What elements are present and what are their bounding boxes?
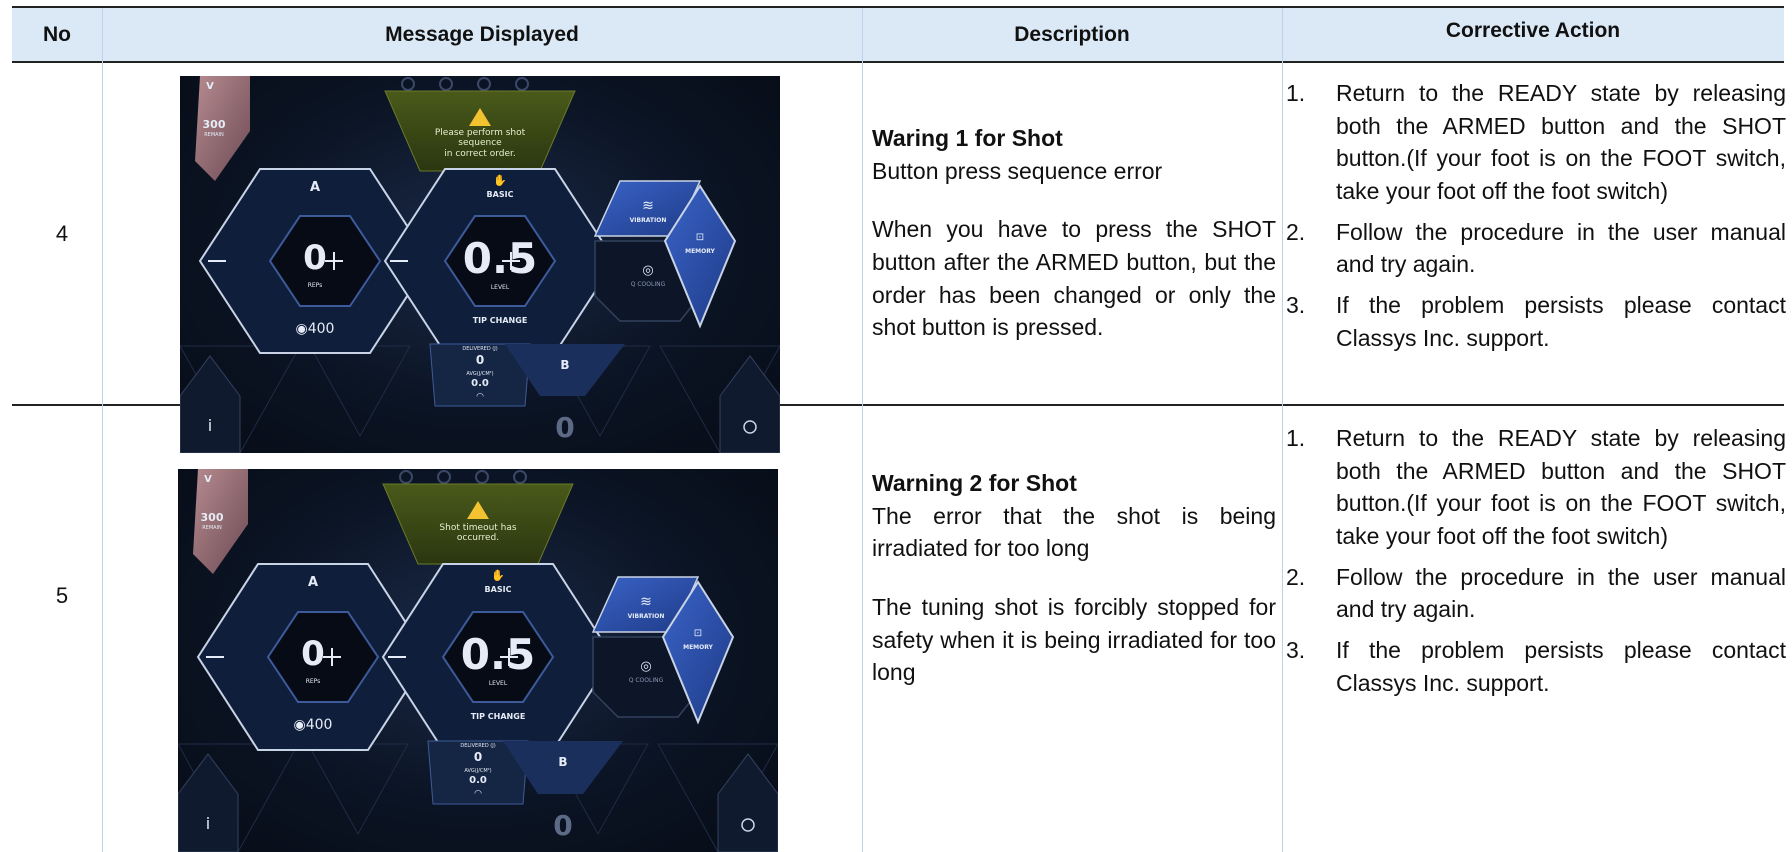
header-action: Corrective Action (1445, 19, 1621, 42)
memory-label: MEMORY (683, 644, 713, 651)
settings-button (719, 355, 780, 453)
info-button (180, 355, 241, 453)
remain-label: V (206, 81, 214, 92)
avg-caption: AVG(J/CM²) (464, 768, 492, 774)
info-button (178, 753, 239, 852)
avg-caption: AVG(J/CM²) (466, 371, 494, 377)
row-number: 5 (55, 583, 69, 608)
memory-label: MEMORY (685, 248, 715, 255)
description-title: Warning 2 for Shot (872, 470, 1077, 496)
delivered-value: 0 (473, 750, 483, 764)
description-body: When you have to press the SHOT button a… (872, 216, 1276, 341)
description-subtitle: The error that the shot is being irradia… (872, 502, 1276, 562)
reps-value: 0 (303, 238, 327, 278)
list-item: 3. If the problem persists please contact… (1286, 636, 1786, 696)
info-label: i (205, 814, 211, 833)
memory-icon: ⊡ (693, 628, 703, 639)
corrective-action-list: 1. Return to the READY state by releasing… (1286, 77, 1786, 362)
remain-label: V (204, 474, 212, 485)
device-screen: V 300 REMAIN Shot timeout has occurred. A… (178, 469, 778, 852)
b-reps-value: 0 (555, 411, 575, 444)
level-value: 0.5 (462, 234, 538, 283)
count-icon: ◉ (293, 717, 306, 733)
list-item: 1. Return to the READY state by releasing… (1286, 80, 1786, 204)
delivered-value: 0 (475, 353, 485, 367)
vibration-label: VIBRATION (627, 613, 665, 620)
list-item: 1. Return to the READY state by releasing… (1286, 425, 1786, 549)
delivered-caption: DELIVERED (J) (460, 743, 496, 749)
device-screen: V 300 REMAIN Please perform shot sequence… (180, 76, 780, 453)
b-reps-value: 0 (553, 809, 573, 842)
hand-icon: ✋ (491, 569, 505, 582)
header-description: Description (1014, 22, 1130, 46)
cooling-label: Q COOLING (630, 281, 666, 288)
warning-message: Please perform shot sequence in correct or… (434, 128, 526, 159)
description-body: The tuning shot is forcibly stopped for … (872, 593, 1276, 686)
reps-caption: REPs (307, 282, 323, 289)
avg-value: 0.0 (469, 775, 487, 786)
remain-value: 300 (200, 511, 224, 524)
handpiece-a-label: A (309, 180, 321, 195)
status-icons (401, 77, 529, 91)
cooling-icon: ◎ (642, 263, 654, 278)
header-message: Message Displayed (385, 22, 579, 46)
status-icons (399, 470, 527, 484)
level-caption: LEVEL (488, 680, 508, 687)
settings-button (717, 753, 778, 852)
description-title: Waring 1 for Shot (872, 125, 1063, 151)
cooling-icon: ◎ (640, 659, 652, 674)
level-caption: LEVEL (490, 284, 510, 291)
reps-value: 0 (301, 634, 325, 674)
vibration-icon: ≋ (640, 594, 652, 610)
column-divider (1282, 8, 1283, 852)
row-description: Waring 1 for Shot Button press sequence … (872, 122, 1276, 344)
list-item: 2. Follow the procedure in the user manua… (1286, 218, 1786, 278)
mode-label: BASIC (484, 585, 512, 594)
hand-icon: ✋ (493, 174, 507, 187)
memory-icon: ⊡ (695, 232, 705, 243)
mode-label: BASIC (486, 190, 514, 199)
reps-caption: REPs (305, 678, 321, 685)
cooling-label: Q COOLING (628, 677, 664, 684)
level-value: 0.5 (460, 630, 536, 679)
delivered-caption: DELIVERED (J) (462, 346, 498, 352)
count-value: ◉400 (293, 717, 333, 733)
list-item: 2. Follow the procedure in the user manua… (1286, 563, 1786, 623)
wifi-icon: ◠ (476, 392, 484, 402)
corrective-action-list: 1. Return to the READY state by releasing… (1286, 422, 1786, 707)
handpiece-b-label: B (558, 755, 568, 769)
row-description: Warning 2 for Shot The error that the sh… (872, 467, 1276, 689)
vibration-label: VIBRATION (629, 217, 667, 224)
remain-caption: REMAIN (202, 525, 222, 531)
tip-change-label: TIP CHANGE (472, 316, 528, 325)
count-icon: ◉ (295, 321, 308, 337)
count-value: ◉400 (295, 321, 335, 337)
header-no: No (43, 22, 71, 46)
warning-message: Shot timeout has occurred. (439, 523, 517, 544)
vibration-icon: ≋ (642, 198, 654, 214)
info-label: i (207, 416, 213, 435)
remain-value: 300 (202, 118, 226, 131)
list-item: 3. If the problem persists please contact… (1286, 291, 1786, 351)
column-divider (862, 8, 863, 852)
handpiece-b-label: B (560, 358, 570, 372)
wifi-icon: ◠ (474, 789, 482, 799)
tip-change-label: TIP CHANGE (470, 712, 526, 721)
row-number: 4 (55, 220, 69, 246)
avg-value: 0.0 (471, 378, 489, 389)
description-subtitle: Button press sequence error (872, 157, 1163, 184)
handpiece-a-label: A (307, 575, 319, 590)
remain-caption: REMAIN (204, 132, 224, 138)
